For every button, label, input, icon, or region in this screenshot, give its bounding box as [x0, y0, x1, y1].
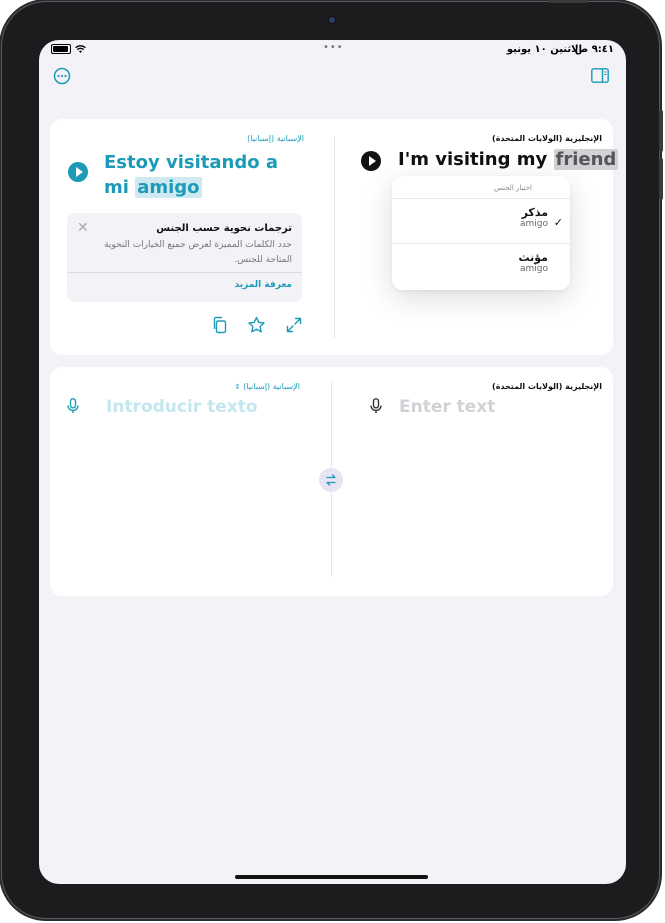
- status-icons: [51, 44, 86, 54]
- status-date: الاثنين ١٠ يونيو: [506, 44, 582, 55]
- learn-more-link[interactable]: معرفة المزيد: [235, 280, 292, 290]
- multitasking-dots[interactable]: •••: [323, 42, 344, 53]
- card-divider: [334, 136, 335, 338]
- source-text: I'm visiting my friend: [398, 149, 619, 170]
- home-indicator[interactable]: [235, 875, 428, 879]
- wifi-icon: [75, 44, 86, 53]
- close-icon[interactable]: ✕: [77, 220, 89, 236]
- gender-info-title: ترجمات نحوية حسب الجنس: [156, 223, 292, 234]
- gender-highlight-word[interactable]: amigo: [135, 177, 202, 198]
- ellipsis-circle-icon[interactable]: [53, 67, 71, 85]
- play-translation-button[interactable]: [68, 162, 88, 182]
- source-language-label: الإنجليزية (الولايات المتحدة): [492, 134, 602, 143]
- input-source-language[interactable]: الإنجليزية (الولايات المتحدة): [492, 382, 602, 391]
- front-camera: [329, 17, 335, 23]
- gender-option-label: مؤنث: [518, 251, 548, 264]
- gender-popup-header: اختيار الجنس: [494, 184, 532, 192]
- source-text-main: I'm visiting my: [398, 149, 548, 170]
- volume-button: [659, 158, 663, 200]
- star-icon[interactable]: [247, 316, 266, 334]
- source-text-input[interactable]: Enter text: [399, 397, 495, 417]
- screen: ٩:٤١ ص الاثنين ١٠ يونيو ••• الإسبانية (إ…: [39, 40, 626, 884]
- gender-option-masculine[interactable]: مذكر amigo: [520, 206, 548, 229]
- top-button: [548, 0, 588, 3]
- microphone-icon[interactable]: [67, 398, 79, 414]
- target-text-input[interactable]: Introducir texto: [106, 397, 258, 417]
- volume-button: [659, 110, 663, 152]
- divider: [67, 272, 302, 273]
- gender-option-translation: amigo: [519, 219, 548, 229]
- gender-option-label: مذكر: [521, 206, 548, 219]
- divider: [392, 198, 570, 199]
- gender-info-box: ✕ ترجمات نحوية حسب الجنس حدد الكلمات الم…: [67, 213, 302, 302]
- target-language-label: الإسبانية (إسبانيا): [247, 134, 304, 143]
- input-target-language-label: الإسبانية (إسبانيا): [243, 382, 300, 391]
- gender-option-translation: amigo: [519, 264, 548, 274]
- copy-icon[interactable]: [211, 316, 229, 334]
- swap-languages-button[interactable]: [319, 468, 343, 492]
- gender-option-feminine[interactable]: مؤنث amigo: [519, 251, 548, 274]
- expand-icon[interactable]: [285, 316, 303, 334]
- microphone-icon[interactable]: [370, 398, 382, 414]
- divider: [392, 243, 570, 244]
- checkmark-icon: ✓: [553, 216, 563, 229]
- source-highlight-word[interactable]: friend: [553, 149, 619, 170]
- sidebar-icon[interactable]: [591, 68, 609, 83]
- chevron-up-down-icon: ⇕: [234, 383, 241, 391]
- translated-text: Estoy visitando a mi amigo: [104, 150, 304, 200]
- play-source-button[interactable]: [361, 151, 381, 171]
- input-target-language[interactable]: الإسبانية (إسبانيا) ⇕: [235, 382, 300, 391]
- battery-icon: [51, 44, 71, 54]
- gender-info-body: حدد الكلمات المميزة لعرض جميع الخيارات ا…: [104, 240, 292, 265]
- swap-arrows-icon: [326, 474, 336, 486]
- gender-selection-popup: اختيار الجنس ✓ مذكر amigo مؤنث amigo: [392, 176, 570, 290]
